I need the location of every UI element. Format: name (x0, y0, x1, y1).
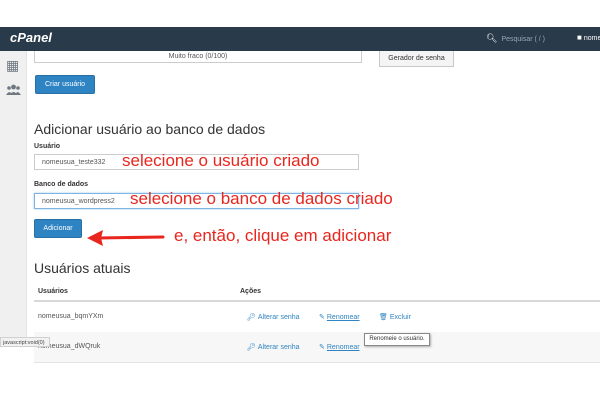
change-password-link[interactable]: 🔑︎ Alterar senha (247, 313, 300, 321)
user-name: nome (583, 35, 600, 42)
create-user-button[interactable]: Criar usuário (35, 75, 95, 94)
table-row: nomeusua_bqmYXm 🔑︎ Alterar senha ✎ Renomea… (34, 302, 600, 333)
trash-icon: 🗑︎ (379, 314, 388, 321)
table-row: nomeusua_dWQruk 🔑︎ Alterar senha ✎ Renomea… (34, 332, 600, 363)
rename-tooltip: Renomeie o usuário. (364, 333, 430, 346)
pencil-icon: ✎ (319, 344, 325, 351)
status-bar: javascript:void(0) (0, 337, 50, 347)
key-icon: 🔑︎ (247, 344, 256, 351)
screenshot: cPanel 🔍︎ Pesquisar ( / ) ■ nome ▦ Muito f… (0, 0, 600, 400)
column-header-actions: Ações (240, 288, 262, 295)
change-password-label: Alterar senha (257, 314, 300, 321)
cpanel-logo[interactable]: cPanel (10, 30, 52, 45)
user-label: Usuário (34, 143, 61, 150)
column-header-users: Usuários (38, 288, 68, 295)
grid-icon[interactable]: ▦ (6, 58, 19, 72)
change-password-link[interactable]: 🔑︎ Alterar senha (247, 343, 300, 351)
add-button[interactable]: Adicionar (34, 219, 82, 238)
person-icon: ■ (577, 33, 582, 42)
annotation-select-user: selecione o usuário criado (122, 151, 320, 170)
red-arrow-icon (87, 230, 165, 246)
user-menu[interactable]: ■ nome (577, 33, 600, 42)
user-select-value: nomeusua_teste332 (42, 159, 106, 166)
database-label: Banco de dados (34, 181, 89, 188)
search-field[interactable]: 🔍︎ Pesquisar ( / ) (486, 33, 545, 44)
table-header: Usuários Ações (34, 283, 600, 302)
annotation-select-database: selecione o banco de dados criado (130, 189, 393, 208)
magnifier-icon: 🔍︎ (486, 33, 498, 43)
pencil-icon: ✎ (319, 314, 325, 321)
add-user-section-title: Adicionar usuário ao banco de dados (34, 121, 266, 137)
current-users-title: Usuários atuais (34, 260, 131, 276)
database-select-value: nomeusua_wordpress2 (42, 198, 115, 205)
change-password-label: Alterar senha (257, 344, 300, 351)
key-icon: 🔑︎ (247, 314, 256, 321)
password-strength-meter: Muito fraco (0/100) (34, 51, 362, 63)
top-bar: cPanel 🔍︎ Pesquisar ( / ) ■ nome (0, 27, 600, 51)
rename-link[interactable]: ✎ Renomear (319, 313, 360, 321)
search-placeholder: Pesquisar ( / ) (501, 36, 546, 43)
rename-label: Renomear (326, 314, 360, 321)
rename-link[interactable]: ✎ Renomear (319, 343, 360, 351)
rename-label: Renomear (326, 344, 360, 351)
row-username: nomeusua_bqmYXm (38, 313, 104, 320)
users-icon[interactable] (6, 84, 21, 98)
delete-link[interactable]: 🗑︎ Excluir (379, 313, 411, 321)
annotation-click-add: e, então, clique em adicionar (174, 226, 392, 245)
sidebar: ▦ (0, 51, 27, 346)
delete-label: Excluir (389, 314, 411, 321)
password-generator-button[interactable]: Gerador de senha (379, 51, 454, 67)
